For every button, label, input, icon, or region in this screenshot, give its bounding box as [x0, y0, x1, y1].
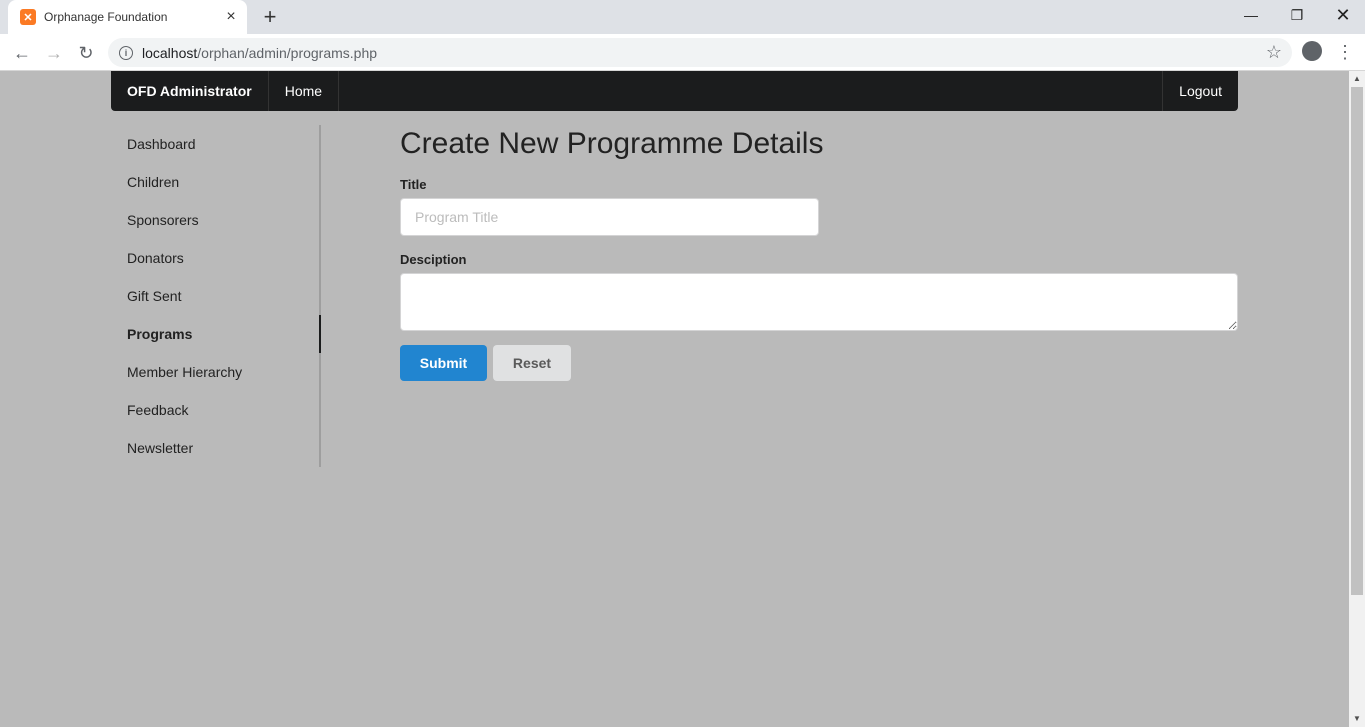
brand-link[interactable]: OFD Administrator: [111, 71, 269, 111]
xampp-icon: ✕: [20, 9, 36, 25]
description-textarea[interactable]: [400, 273, 1238, 331]
title-label: Title: [400, 177, 427, 192]
sidebar-item-feedback[interactable]: Feedback: [111, 391, 319, 429]
scroll-up-icon[interactable]: ▲: [1349, 71, 1365, 87]
browser-toolbar: ← → ↻ i localhost/orphan/admin/programs.…: [0, 34, 1365, 71]
sidebar-item-children[interactable]: Children: [111, 163, 319, 201]
new-tab-icon[interactable]: +: [258, 5, 282, 29]
close-tab-icon[interactable]: ×: [223, 9, 239, 25]
page-title: Create New Programme Details: [400, 127, 824, 160]
scroll-thumb[interactable]: [1351, 87, 1363, 595]
sidebar-item-newsletter[interactable]: Newsletter: [111, 429, 319, 467]
info-icon[interactable]: i: [119, 45, 133, 60]
sidebar-item-programs[interactable]: Programs: [111, 315, 321, 353]
url-text: localhost/orphan/admin/programs.php: [142, 44, 378, 61]
sidebar-item-dashboard[interactable]: Dashboard: [111, 125, 319, 163]
sidebar-item-donators[interactable]: Donators: [111, 239, 319, 277]
home-link[interactable]: Home: [269, 71, 340, 111]
submit-button[interactable]: Submit: [400, 345, 487, 381]
reload-icon[interactable]: ↻: [72, 39, 100, 67]
minimize-icon[interactable]: —: [1228, 0, 1274, 30]
address-bar[interactable]: i localhost/orphan/admin/programs.php ☆: [108, 38, 1292, 67]
title-input[interactable]: [400, 198, 819, 236]
admin-navbar: OFD Administrator Home Logout: [111, 71, 1238, 111]
page-scrollbar[interactable]: ▲ ▼: [1349, 71, 1365, 727]
sidebar-item-sponsorers[interactable]: Sponsorers: [111, 201, 319, 239]
navbar-spacer: [339, 71, 1162, 111]
tab-title: Orphanage Foundation: [44, 10, 168, 24]
sidebar-menu: Dashboard Children Sponsorers Donators G…: [111, 125, 321, 467]
logout-link[interactable]: Logout: [1162, 71, 1238, 111]
profile-icon[interactable]: [1302, 41, 1322, 61]
program-form: Create New Programme Details Title Desci…: [400, 125, 1238, 381]
close-window-icon[interactable]: ✕: [1320, 0, 1365, 30]
sidebar-item-gift-sent[interactable]: Gift Sent: [111, 277, 319, 315]
restore-icon[interactable]: ❐: [1274, 0, 1320, 30]
description-label: Desciption: [400, 252, 467, 267]
bookmark-star-icon[interactable]: ☆: [1266, 42, 1282, 63]
back-arrow-icon[interactable]: ←: [8, 39, 36, 67]
browser-tab[interactable]: ✕ Orphanage Foundation ×: [8, 0, 247, 34]
kebab-menu-icon[interactable]: ⋮: [1336, 41, 1354, 63]
browser-tab-strip: ✕ Orphanage Foundation × + — ❐ ✕: [0, 0, 1365, 34]
scroll-down-icon[interactable]: ▼: [1349, 711, 1365, 727]
reset-button[interactable]: Reset: [493, 345, 571, 381]
sidebar-item-member-hierarchy[interactable]: Member Hierarchy: [111, 353, 319, 391]
forward-arrow-icon[interactable]: →: [40, 39, 68, 67]
